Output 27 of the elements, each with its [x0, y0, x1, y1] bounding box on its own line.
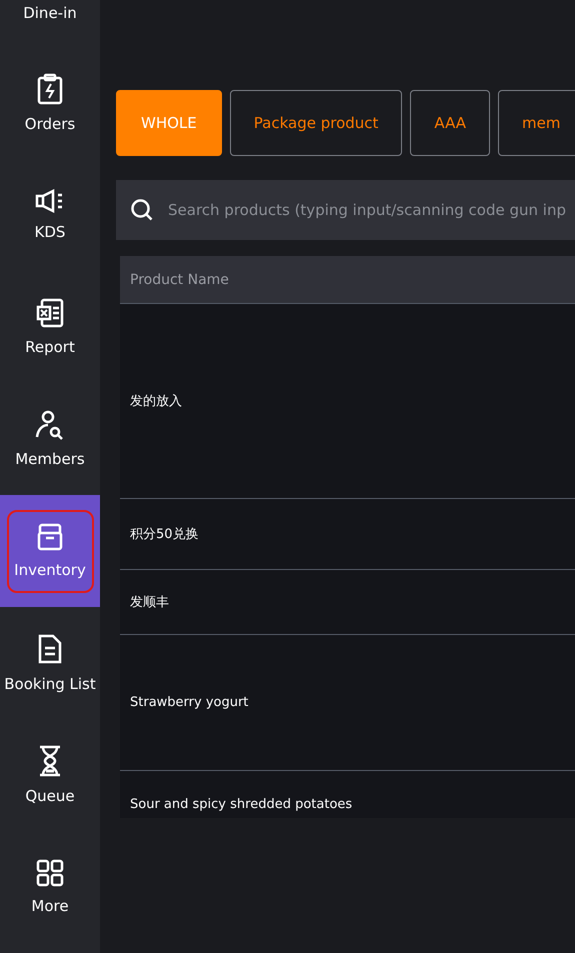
- box-icon: [36, 523, 64, 551]
- sidebar-item[interactable]: Booking List: [0, 607, 100, 719]
- search-field[interactable]: Search products (typing input/scanning code gun inp: [166, 200, 575, 220]
- column-header: Product Name: [130, 272, 229, 288]
- sidebar-item[interactable]: Inventory: [0, 495, 100, 607]
- clipboard-icon: [37, 73, 63, 105]
- product-name: Sour and spicy shredded potatoes: [130, 797, 352, 812]
- search-icon: [130, 198, 154, 222]
- category-tab[interactable]: Package product: [230, 90, 402, 156]
- sidebar-item[interactable]: Dine-in: [0, 0, 100, 47]
- grid-icon: [36, 859, 64, 887]
- sidebar-item[interactable]: Orders: [0, 47, 100, 159]
- sidebar-item[interactable]: Report: [0, 271, 100, 383]
- sidebar-item[interactable]: KDS: [0, 159, 100, 271]
- product-name: 积分50兑换: [130, 526, 199, 543]
- category-tab[interactable]: AAA: [410, 90, 490, 156]
- sidebar-item[interactable]: Members: [0, 383, 100, 495]
- spreadsheet-icon: [36, 298, 64, 328]
- speaker-icon: [35, 189, 65, 213]
- category-tab[interactable]: mem: [498, 90, 575, 156]
- product-name: 发的放入: [130, 393, 182, 410]
- sidebar-item[interactable]: More: [0, 831, 100, 943]
- hourglass-icon: [38, 745, 62, 777]
- product-name: 发顺丰: [130, 594, 169, 611]
- document-icon: [37, 633, 63, 665]
- product-name: Strawberry yogurt: [130, 695, 248, 710]
- sidebar-item[interactable]: Queue: [0, 719, 100, 831]
